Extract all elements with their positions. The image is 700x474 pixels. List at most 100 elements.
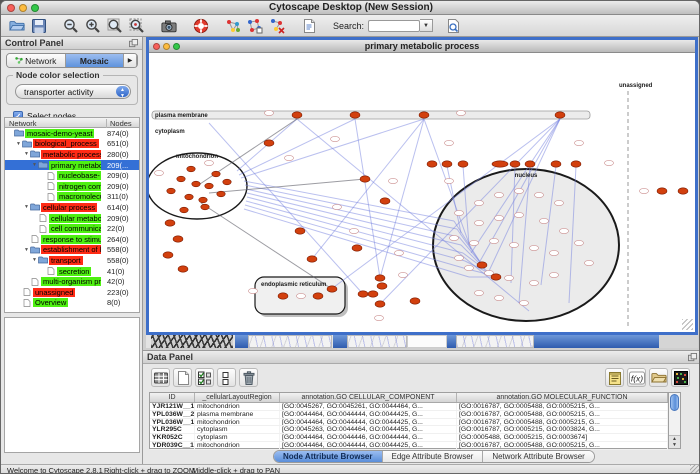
network-node-selected[interactable] <box>571 161 581 167</box>
tree-row[interactable]: ▼biological_process651(0) <box>5 139 139 150</box>
node-color-dropdown[interactable]: transporter activity ▲▼ <box>15 84 131 99</box>
network-node-selected[interactable] <box>192 181 200 187</box>
network-node-selected[interactable] <box>410 298 420 304</box>
network-edge[interactable] <box>312 119 424 259</box>
network-node-selected[interactable] <box>458 161 468 167</box>
network-node-unselected[interactable] <box>445 140 454 145</box>
network-node-selected[interactable] <box>427 161 437 167</box>
search-dropdown-arrow-icon[interactable]: ▼ <box>420 19 433 32</box>
birdseye-view-panel[interactable] <box>4 317 140 453</box>
tree-row[interactable]: Overview8(0) <box>5 298 139 309</box>
table-row[interactable]: YJR121W__1mitochondrion[GO:0045267, GO:0… <box>150 403 668 411</box>
network-node-selected[interactable] <box>313 293 323 299</box>
tree-row[interactable]: secretion41(0) <box>5 266 139 277</box>
network-node-unselected[interactable] <box>575 240 584 245</box>
network-node-selected[interactable] <box>525 161 535 167</box>
network-node-selected[interactable] <box>185 194 193 200</box>
network-node-selected[interactable] <box>223 179 231 185</box>
background-window-edge[interactable] <box>659 335 698 348</box>
network-node-unselected[interactable] <box>399 272 408 277</box>
network-node-selected[interactable] <box>187 166 195 172</box>
expand-arrow-icon[interactable]: ▼ <box>31 162 38 168</box>
network-node-unselected[interactable] <box>350 228 359 233</box>
tree-row[interactable]: multi-organism pro42(0) <box>5 276 139 287</box>
network-node-unselected[interactable] <box>445 178 454 183</box>
table-row[interactable]: YDR039C__1mitochondrion[GO:0044464, GO:0… <box>150 442 668 450</box>
network-node-unselected[interactable] <box>505 275 514 280</box>
help-lifering-icon[interactable] <box>191 17 211 35</box>
tree-row[interactable]: ▼cellular process614(0) <box>5 202 139 213</box>
network-node-unselected[interactable] <box>457 110 466 115</box>
network-window-titlebar[interactable]: primary metabolic process <box>149 40 695 53</box>
table-vertical-scrollbar[interactable]: ▲▼ <box>669 392 681 449</box>
network-node-unselected[interactable] <box>560 228 569 233</box>
network-node-selected[interactable] <box>178 266 188 272</box>
network-node-unselected[interactable] <box>297 293 306 298</box>
network-node-unselected[interactable] <box>490 238 499 243</box>
network-node-unselected[interactable] <box>395 250 404 255</box>
window-resize-grip[interactable] <box>690 465 700 474</box>
tree-row[interactable]: unassigned223(0) <box>5 287 139 298</box>
network-node-selected[interactable] <box>491 274 501 280</box>
scrollbar-arrows-icon[interactable]: ▲▼ <box>669 435 680 448</box>
network-node-unselected[interactable] <box>465 265 474 270</box>
attribute-table-icon[interactable] <box>151 368 170 387</box>
network-node-selected[interactable] <box>442 161 452 167</box>
tree-row[interactable]: cellular metabo209(0) <box>5 213 139 224</box>
network-node-unselected[interactable] <box>515 188 524 193</box>
annotation-page-icon[interactable] <box>299 17 319 35</box>
plasma-membrane-region[interactable] <box>152 111 590 119</box>
expand-arrow-icon[interactable]: ▼ <box>23 247 30 253</box>
network-canvas[interactable]: plasma membranecytoplasmmitochondrionnuc… <box>149 53 695 332</box>
network-node-unselected[interactable] <box>155 170 164 175</box>
select-first-neighbors-icon[interactable] <box>223 17 243 35</box>
network-node-unselected[interactable] <box>520 300 529 305</box>
network-node-unselected[interactable] <box>475 200 484 205</box>
network-node-selected[interactable] <box>307 256 317 262</box>
network-node-selected[interactable] <box>165 220 175 226</box>
more-tabs-arrow-icon[interactable]: ▶ <box>124 54 137 67</box>
table-row[interactable]: YPL036W__2plasma membrane[GO:0044464, GO… <box>150 411 668 419</box>
import-attributes-icon[interactable] <box>649 368 668 387</box>
network-node-selected[interactable] <box>360 176 370 182</box>
tree-row[interactable]: nitrogen compo209(0) <box>5 181 139 192</box>
network-node-unselected[interactable] <box>555 200 564 205</box>
network-node-selected[interactable] <box>555 112 565 118</box>
network-node-unselected[interactable] <box>375 315 384 320</box>
tab-network-attribute-browser[interactable]: Network Attribute Browser <box>483 451 593 462</box>
table-row[interactable]: YPL036W__1mitochondrion[GO:0044464, GO:0… <box>150 419 668 427</box>
network-node-unselected[interactable] <box>640 188 649 193</box>
network-node-selected[interactable] <box>350 112 360 118</box>
tree-row[interactable]: ▼primary metabo209(... <box>5 160 139 171</box>
background-window-edge[interactable] <box>407 335 447 348</box>
network-node-selected[interactable] <box>205 183 213 189</box>
network-node-selected[interactable] <box>419 112 429 118</box>
network-node-selected[interactable] <box>358 291 368 297</box>
network-node-unselected[interactable] <box>515 212 524 217</box>
table-row[interactable]: YLR295Ccytoplasm[GO:0045263, GO:0044464,… <box>150 426 668 434</box>
table-row[interactable]: YKR052Ccytoplasm[GO:0044464, GO:0044446,… <box>150 434 668 442</box>
network-node-unselected[interactable] <box>455 255 464 260</box>
tree-row[interactable]: ▼metabolic process280(0) <box>5 149 139 160</box>
network-node-unselected[interactable] <box>605 160 614 165</box>
search-input[interactable] <box>368 20 420 32</box>
tree-row[interactable]: ▼establishment of lo558(0) <box>5 245 139 256</box>
background-windows-strip[interactable] <box>146 335 698 348</box>
network-node-unselected[interactable] <box>585 260 594 265</box>
background-window-edge[interactable] <box>456 335 534 348</box>
network-node-unselected[interactable] <box>265 110 274 115</box>
tree-row[interactable]: cell communicat22(0) <box>5 223 139 234</box>
background-window-edge[interactable] <box>333 335 347 348</box>
network-node-selected[interactable] <box>551 161 561 167</box>
network-node-unselected[interactable] <box>470 240 479 245</box>
network-node-unselected[interactable] <box>510 242 519 247</box>
tree-row[interactable]: response to stimulu264(0) <box>5 234 139 245</box>
tree-row[interactable]: mosaic-demo-yeast874(0) <box>5 128 139 139</box>
float-panel-icon[interactable] <box>688 353 697 362</box>
network-node-selected[interactable] <box>327 286 337 292</box>
network-node-selected[interactable] <box>167 188 175 194</box>
zoom-fit-content-icon[interactable] <box>105 17 125 35</box>
network-node-selected[interactable] <box>477 262 487 268</box>
background-window-edge[interactable] <box>235 335 248 348</box>
network-node-unselected[interactable] <box>550 272 559 277</box>
